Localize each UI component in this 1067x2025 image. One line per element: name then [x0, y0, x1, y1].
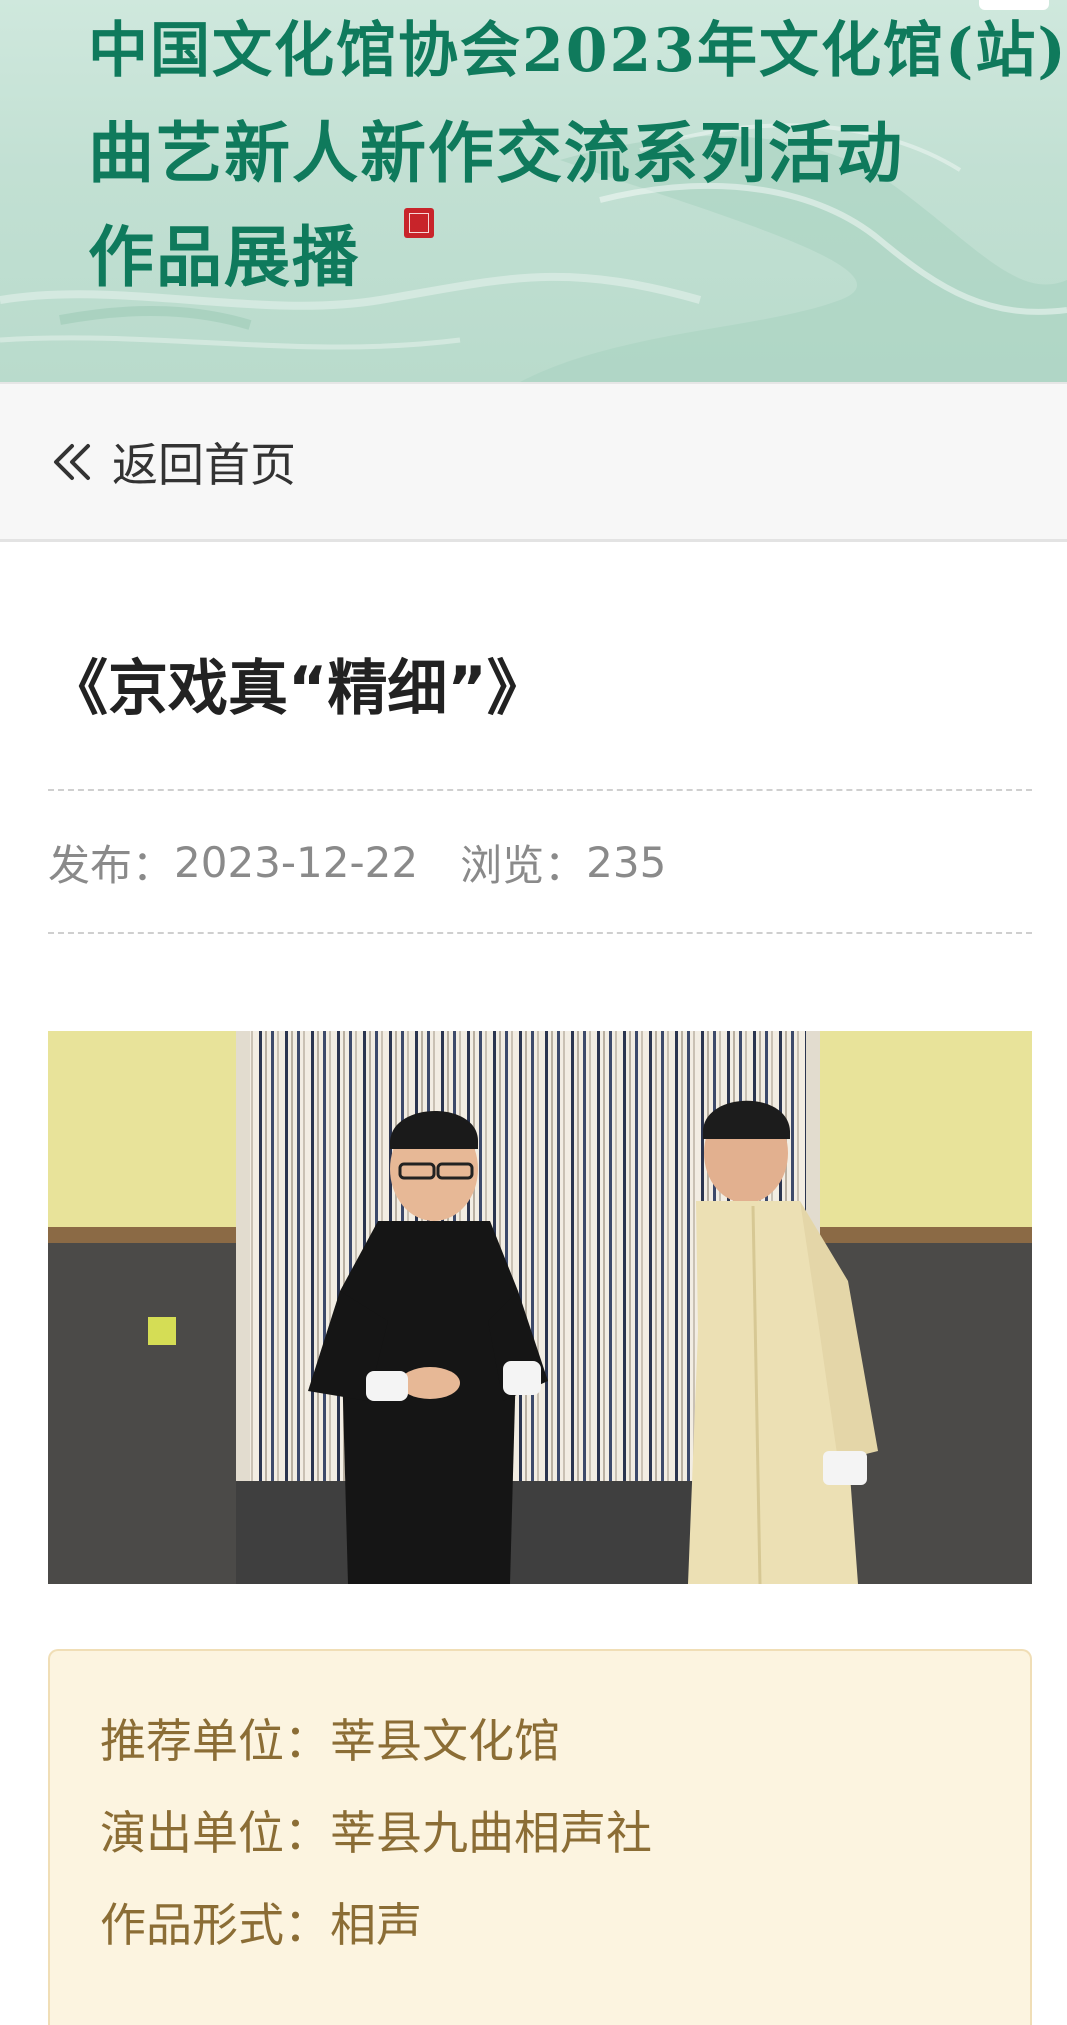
info-value: 相声: [330, 1898, 422, 1952]
divider: [48, 789, 1032, 791]
page-title: 《京戏真“精细”》: [48, 654, 547, 724]
publish-label: 发布：: [48, 840, 175, 890]
performance-photo[interactable]: [48, 1031, 1032, 1584]
back-home-label: 返回首页: [112, 437, 296, 492]
scroll-indicator: [979, 0, 1049, 10]
info-row-work-form: 作品形式： 相声: [100, 1895, 1030, 1987]
work-info-box: 推荐单位： 莘县文化馆 演出单位： 莘县九曲相声社 作品形式： 相声: [48, 1649, 1032, 2025]
info-label: 作品形式：: [100, 1898, 330, 1952]
info-value: 莘县文化馆: [330, 1714, 560, 1768]
divider: [48, 932, 1032, 934]
article-meta: 发布： 2023-12-22 浏览： 235: [48, 832, 666, 892]
info-value: 莘县九曲相声社: [330, 1806, 652, 1860]
views-count: 235: [586, 837, 667, 887]
views-label: 浏览：: [460, 840, 587, 890]
nav-bar: 返回首页: [0, 382, 1067, 542]
banner-title-line-2: 曲艺新人新作交流系列活动: [88, 114, 904, 192]
publish-date: 2023-12-22: [174, 837, 419, 887]
info-label: 推荐单位：: [100, 1714, 330, 1768]
header-banner: 中国文化馆协会2023年文化馆(站) 曲艺新人新作交流系列活动 作品展播: [0, 0, 1067, 382]
banner-title-line-1: 中国文化馆协会2023年文化馆(站): [88, 16, 1067, 86]
info-label: 演出单位：: [100, 1806, 330, 1860]
double-chevron-left-icon: [54, 443, 90, 480]
banner-title-line-3: 作品展播: [88, 218, 360, 296]
back-home-link[interactable]: 返回首页: [48, 429, 296, 495]
red-seal-logo: [404, 208, 434, 238]
info-row-recommending-unit: 推荐单位： 莘县文化馆: [100, 1711, 1030, 1803]
info-row-performing-unit: 演出单位： 莘县九曲相声社: [100, 1803, 1030, 1895]
